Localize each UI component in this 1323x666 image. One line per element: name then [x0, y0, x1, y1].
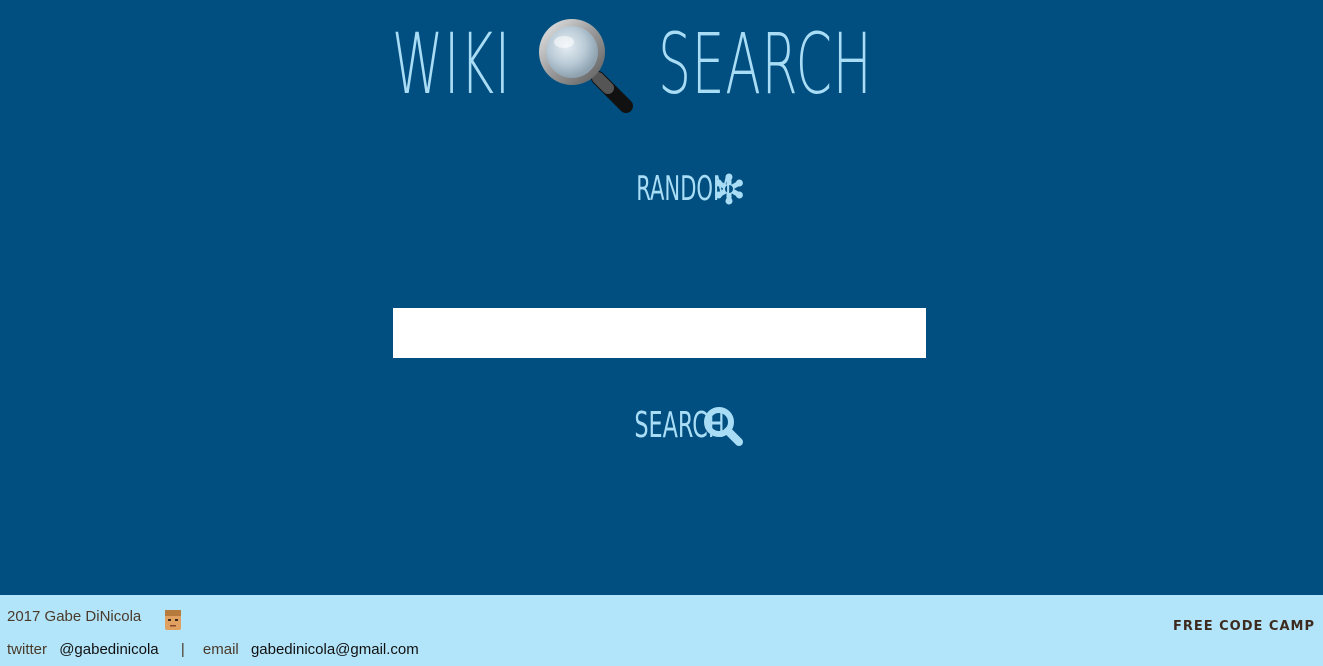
footer-contacts: twitter @gabedinicola | email gabedinico… — [7, 640, 419, 660]
footer: 2017 Gabe DiNicola twitter @gabedinicola… — [0, 595, 1323, 666]
email-link[interactable]: gabedinicola@gmail.com — [251, 641, 419, 658]
search-input[interactable] — [393, 308, 926, 358]
twitter-label: twitter — [7, 641, 48, 658]
title-left: WIKI — [391, 15, 511, 113]
fcc-brand: FREE CODE CAMP — [1172, 619, 1315, 634]
email-label: email — [202, 641, 239, 658]
footer-credit: 2017 Gabe DiNicola — [7, 608, 142, 625]
twitter-link[interactable]: @gabedinicola — [59, 641, 158, 658]
title-right: SEARCH — [658, 15, 873, 113]
search-button[interactable]: SEARCH — [0, 400, 1323, 451]
page-title: WIKI SEARCH — [0, 6, 1323, 116]
random-button[interactable]: RANDOM — [0, 163, 1323, 213]
page: WIKI SEARCH RANDOM SEARCH 2017 Gabe DiNi… — [0, 0, 1323, 666]
search-button-label: SEARCH — [634, 405, 725, 446]
magnifying-glass-icon — [539, 19, 634, 113]
random-label: RANDOM — [636, 168, 732, 209]
main-panel: WIKI SEARCH RANDOM SEARCH — [0, 0, 1323, 595]
footer-separator: | — [180, 641, 185, 658]
avatar-icon — [165, 610, 181, 630]
